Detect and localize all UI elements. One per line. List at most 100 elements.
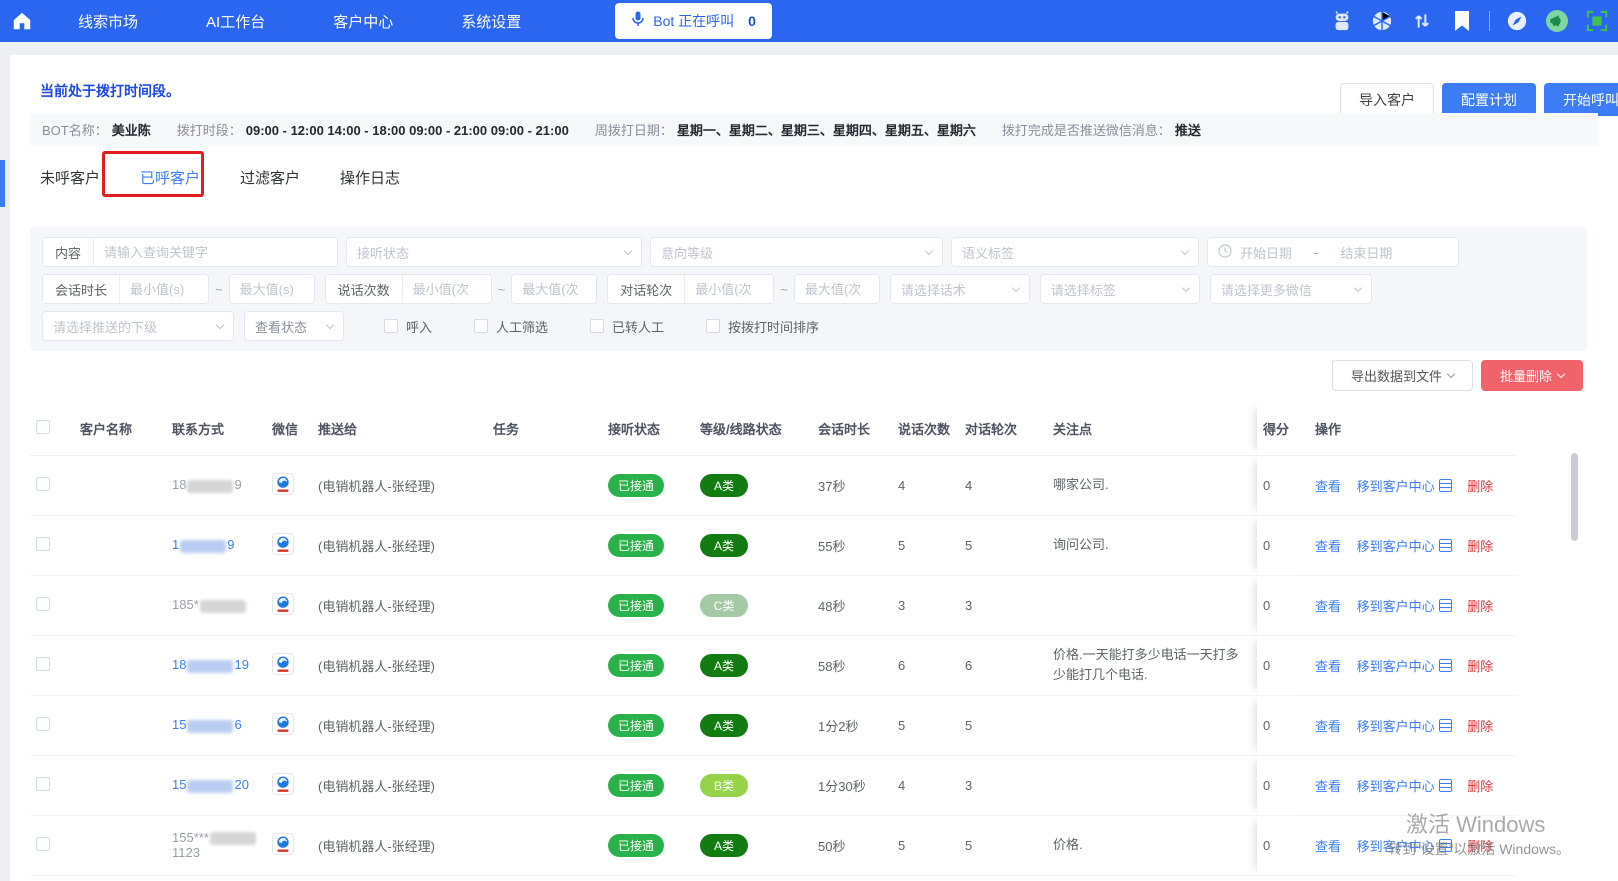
move-to-customer-center-link[interactable]: 移到客户中心 [1357,716,1452,735]
view-link[interactable]: 查看 [1315,836,1341,855]
chevron-down-icon [325,320,335,329]
row-checkbox[interactable] [36,716,50,731]
compass-icon[interactable] [1504,8,1530,34]
tag-select[interactable]: 请选择标签 [1039,274,1200,304]
answered-badge: 已接通 [608,533,665,557]
move-to-customer-center-link[interactable]: 移到客户中心 [1357,536,1452,555]
bot-calling-label: Bot 正在呼叫 [653,13,735,29]
script-select[interactable]: 请选择话术 [889,274,1030,304]
move-to-customer-center-link[interactable]: 移到客户中心 [1357,656,1452,675]
phone-redaction-blur [187,479,234,493]
home-icon[interactable] [0,10,44,32]
bot-calling-status[interactable]: Bot 正在呼叫 0 [615,3,772,39]
checkbox-icon [590,319,605,333]
checkbox-manual-filter[interactable]: 人工筛选 [474,317,548,336]
row-checkbox[interactable] [36,536,50,551]
view-link[interactable]: 查看 [1315,716,1341,735]
screenshot-icon[interactable] [1584,8,1610,34]
row-checkbox[interactable] [36,476,50,491]
weekly-dial-days-label: 周拨打日期： [594,122,673,138]
left-scroll-indicator[interactable] [0,160,5,207]
checkbox-call-in[interactable]: 呼入 [384,317,432,336]
session-duration-min-input[interactable] [120,275,209,303]
delete-link[interactable]: 删除 [1467,776,1493,795]
export-data-button[interactable]: 导出数据到文件 [1332,360,1474,391]
configure-plan-button[interactable]: 配置计划 [1442,83,1536,116]
view-link[interactable]: 查看 [1315,656,1341,675]
row-checkbox[interactable] [36,656,50,671]
view-link[interactable]: 查看 [1315,596,1341,615]
date-range-picker[interactable]: 开始日期 - 结束日期 [1207,237,1459,267]
select-all-checkbox[interactable] [36,420,50,435]
delete-link[interactable]: 删除 [1467,476,1493,495]
aperture-icon[interactable] [1369,8,1395,34]
view-link[interactable]: 查看 [1315,476,1341,495]
view-link[interactable]: 查看 [1315,776,1341,795]
move-to-customer-center-link[interactable]: 移到客户中心 [1357,836,1452,855]
nav-item-customer-center[interactable]: 客户中心 [309,11,417,32]
content-label: 内容 [43,238,95,266]
more-wechat-select[interactable]: 请选择更多微信 [1209,274,1372,304]
row-checkbox[interactable] [36,776,50,791]
semantic-tag-select[interactable]: 语义标签 [951,237,1199,267]
answer-status-select[interactable]: 接听状态 [346,237,642,267]
move-to-customer-center-link[interactable]: 移到客户中心 [1357,776,1452,795]
speak-count-cell: 3 [892,575,959,636]
phone-cell: 185* [166,575,266,636]
operations-cell: 查看 移到客户中心 删除 [1309,815,1517,876]
batch-delete-button[interactable]: 批量删除 [1481,360,1584,391]
tab-operation-log[interactable]: 操作日志 [340,161,400,194]
grade-cell: A类 [694,695,812,756]
dialog-turns-label: 对话轮次 [608,275,686,303]
bookmark-icon[interactable] [1449,8,1475,34]
customer-name-cell [74,515,166,576]
dialog-turns-group: 对话轮次 [607,274,775,304]
nav-item-clue-market[interactable]: 线索市场 [54,11,162,32]
dialog-turns-max-input[interactable] [804,281,869,297]
focus-points-cell: 询问公司. [1047,515,1257,576]
delete-link[interactable]: 删除 [1467,836,1493,855]
grade-badge: A类 [700,533,748,557]
intent-level-select[interactable]: 意向等级 [650,237,943,267]
table-row: 15 6 (电销机器人-张经理) 已接通 A类 1分2秒 5 5 0 查看 移到客… [30,695,1517,756]
wechat-cell [266,515,312,576]
chevron-down-icon [924,246,934,255]
score-cell: 0 [1257,515,1309,576]
keyword-input[interactable] [94,238,337,266]
dialog-turns-cell: 5 [959,515,1047,576]
view-link[interactable]: 查看 [1315,536,1341,555]
view-status-select[interactable]: 查看状态 [244,311,344,341]
delete-link[interactable]: 删除 [1467,716,1493,735]
tab-uncalled-customers[interactable]: 未呼客户 [40,161,100,194]
speak-count-group: 说话次数 [324,274,492,304]
scrollbar-thumb[interactable] [1571,453,1578,541]
sort-arrows-icon[interactable] [1409,8,1435,34]
speak-count-min-input[interactable] [402,275,491,303]
megaphone-icon[interactable] [1544,8,1570,34]
chevron-down-icon [1446,369,1456,379]
delete-link[interactable]: 删除 [1467,596,1493,615]
move-to-customer-center-link[interactable]: 移到客户中心 [1357,596,1452,615]
speak-count-max [511,274,598,304]
nav-item-system-settings[interactable]: 系统设置 [437,11,545,32]
tab-filtered-customers[interactable]: 过滤客户 [240,161,300,194]
delete-link[interactable]: 删除 [1467,536,1493,555]
tab-called-customers[interactable]: 已呼客户 [140,161,200,194]
delete-link[interactable]: 删除 [1467,656,1493,675]
push-subordinate-select[interactable]: 请选择推送的下级 [42,311,234,341]
nav-item-ai-workbench[interactable]: AI工作台 [182,11,289,32]
session-duration-max-input[interactable] [239,281,304,297]
speak-count-max-input[interactable] [522,281,587,297]
wechat-push-value: 推送 [1174,122,1201,138]
start-calling-button[interactable]: 开始呼叫 [1544,83,1618,116]
checkbox-sort-by-dial-time[interactable]: 按拨打时间排序 [706,317,819,336]
checkbox-transferred-to-human[interactable]: 已转人工 [590,317,664,336]
row-checkbox[interactable] [36,596,50,611]
grade-badge: C类 [700,593,748,617]
weekly-dial-days-value: 星期一、星期二、星期三、星期四、星期五、星期六 [676,122,976,138]
row-checkbox[interactable] [36,836,50,851]
dialog-turns-min-input[interactable] [685,275,774,303]
import-customers-button[interactable]: 导入客户 [1340,83,1434,116]
robot-icon[interactable] [1329,8,1355,34]
move-to-customer-center-link[interactable]: 移到客户中心 [1357,476,1452,495]
